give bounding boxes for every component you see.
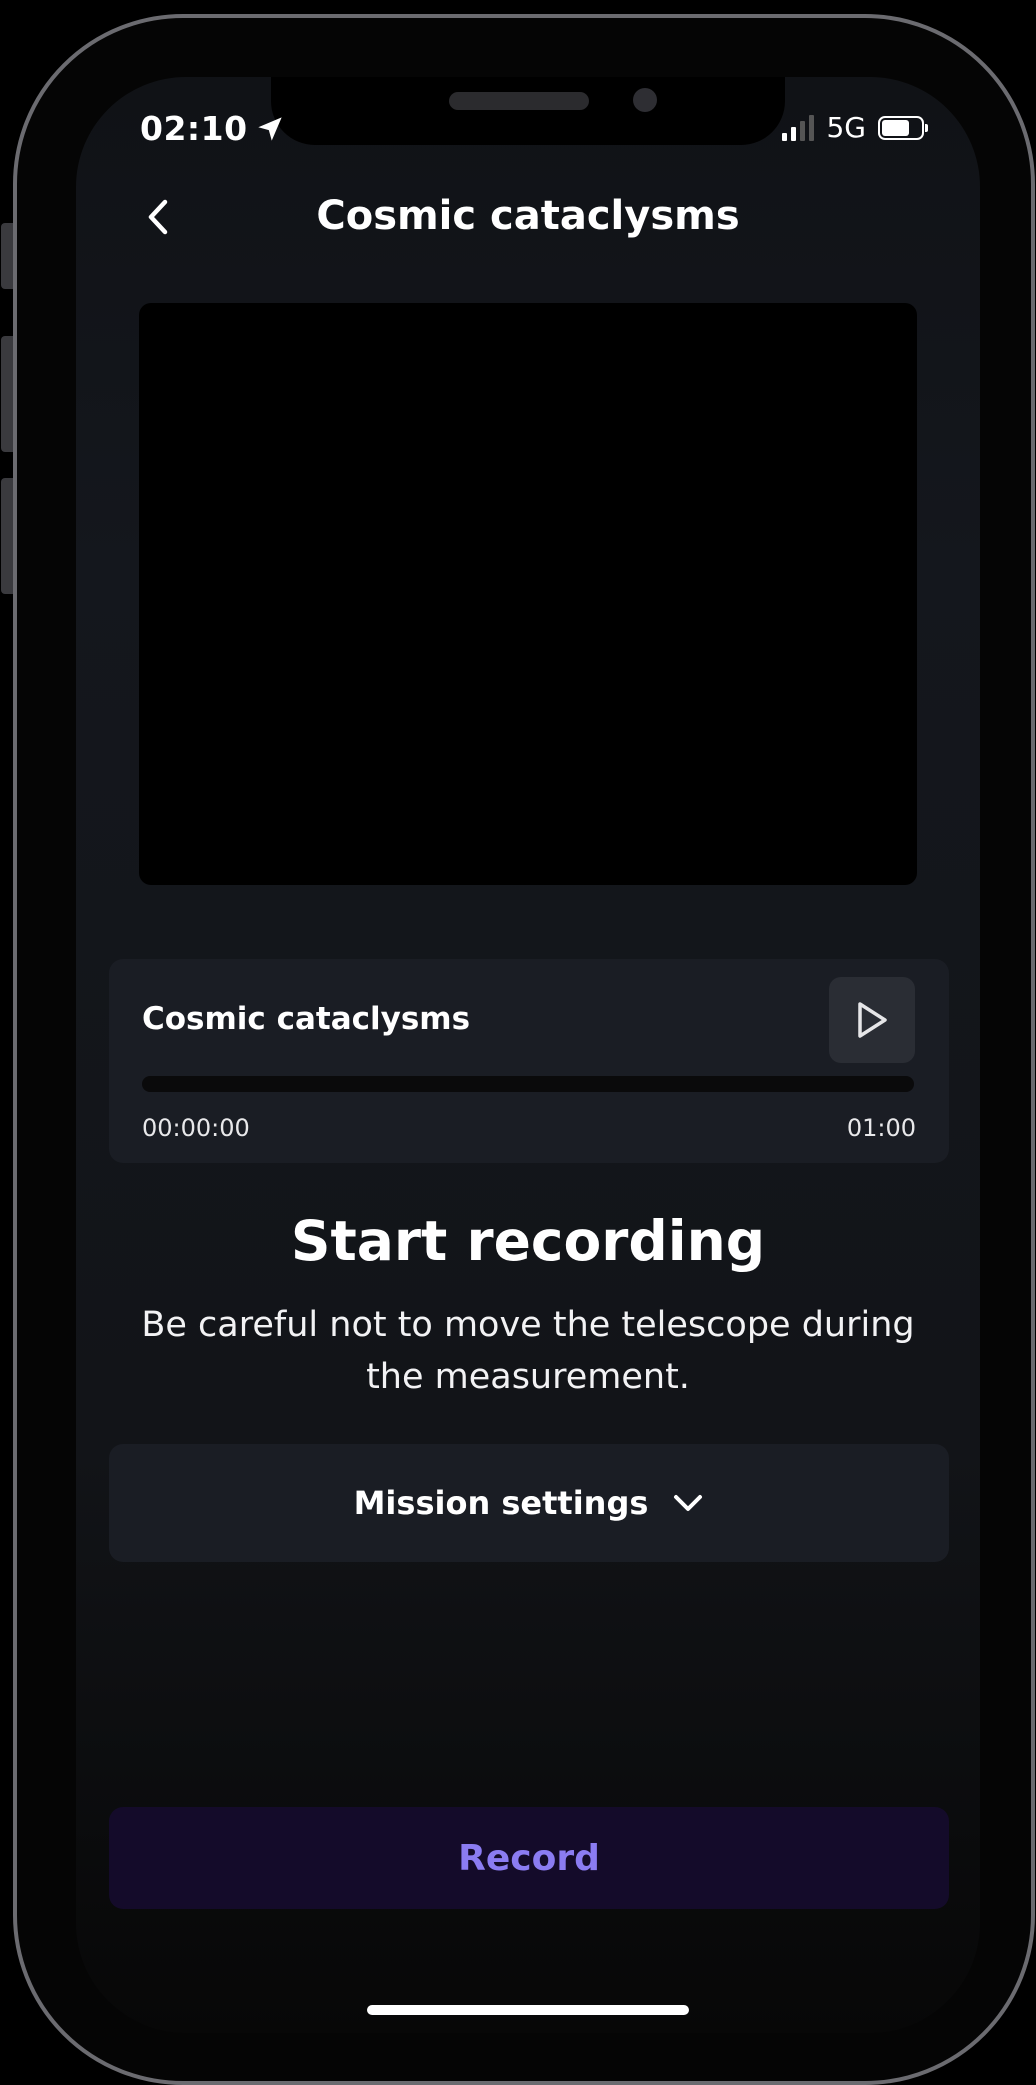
video-preview[interactable]	[139, 303, 917, 885]
front-camera	[633, 88, 657, 112]
volume-down-button	[1, 478, 13, 594]
mute-switch	[1, 223, 13, 289]
status-time-text: 02:10	[140, 109, 248, 148]
status-time: 02:10	[140, 109, 284, 148]
record-button-label: Record	[458, 1837, 600, 1879]
app-screen: 02:10 5G Cosmic cataclysms Cosmic catacl…	[76, 77, 980, 2033]
battery-icon	[878, 115, 928, 140]
play-icon	[858, 1002, 887, 1038]
status-indicators: 5G	[782, 111, 928, 144]
total-duration: 01:00	[846, 1114, 916, 1142]
audio-title: Cosmic cataclysms	[142, 1001, 471, 1037]
instructions-body: Be careful not to move the telescope dur…	[141, 1305, 915, 1397]
home-indicator[interactable]	[367, 2005, 689, 2015]
volume-up-button	[1, 336, 13, 452]
mission-settings-label: Mission settings	[353, 1484, 649, 1522]
instructions-title: Start recording	[290, 1209, 766, 1273]
mission-settings-toggle[interactable]: Mission settings	[109, 1444, 949, 1562]
network-type: 5G	[826, 111, 866, 144]
speaker-grille	[449, 92, 589, 110]
signal-strength-icon	[782, 114, 815, 141]
chevron-down-icon	[674, 1495, 703, 1511]
record-button[interactable]: Record	[109, 1807, 949, 1909]
audio-progress-bar[interactable]	[142, 1076, 914, 1092]
audio-player-card: Cosmic cataclysms 00:00:00 01:00	[109, 959, 949, 1163]
page-title: Cosmic cataclysms	[316, 193, 740, 239]
location-arrow-icon	[257, 116, 282, 141]
notch	[271, 77, 785, 145]
play-button[interactable]	[829, 977, 915, 1063]
battery-level	[882, 119, 910, 136]
elapsed-time: 00:00:00	[142, 1114, 250, 1142]
